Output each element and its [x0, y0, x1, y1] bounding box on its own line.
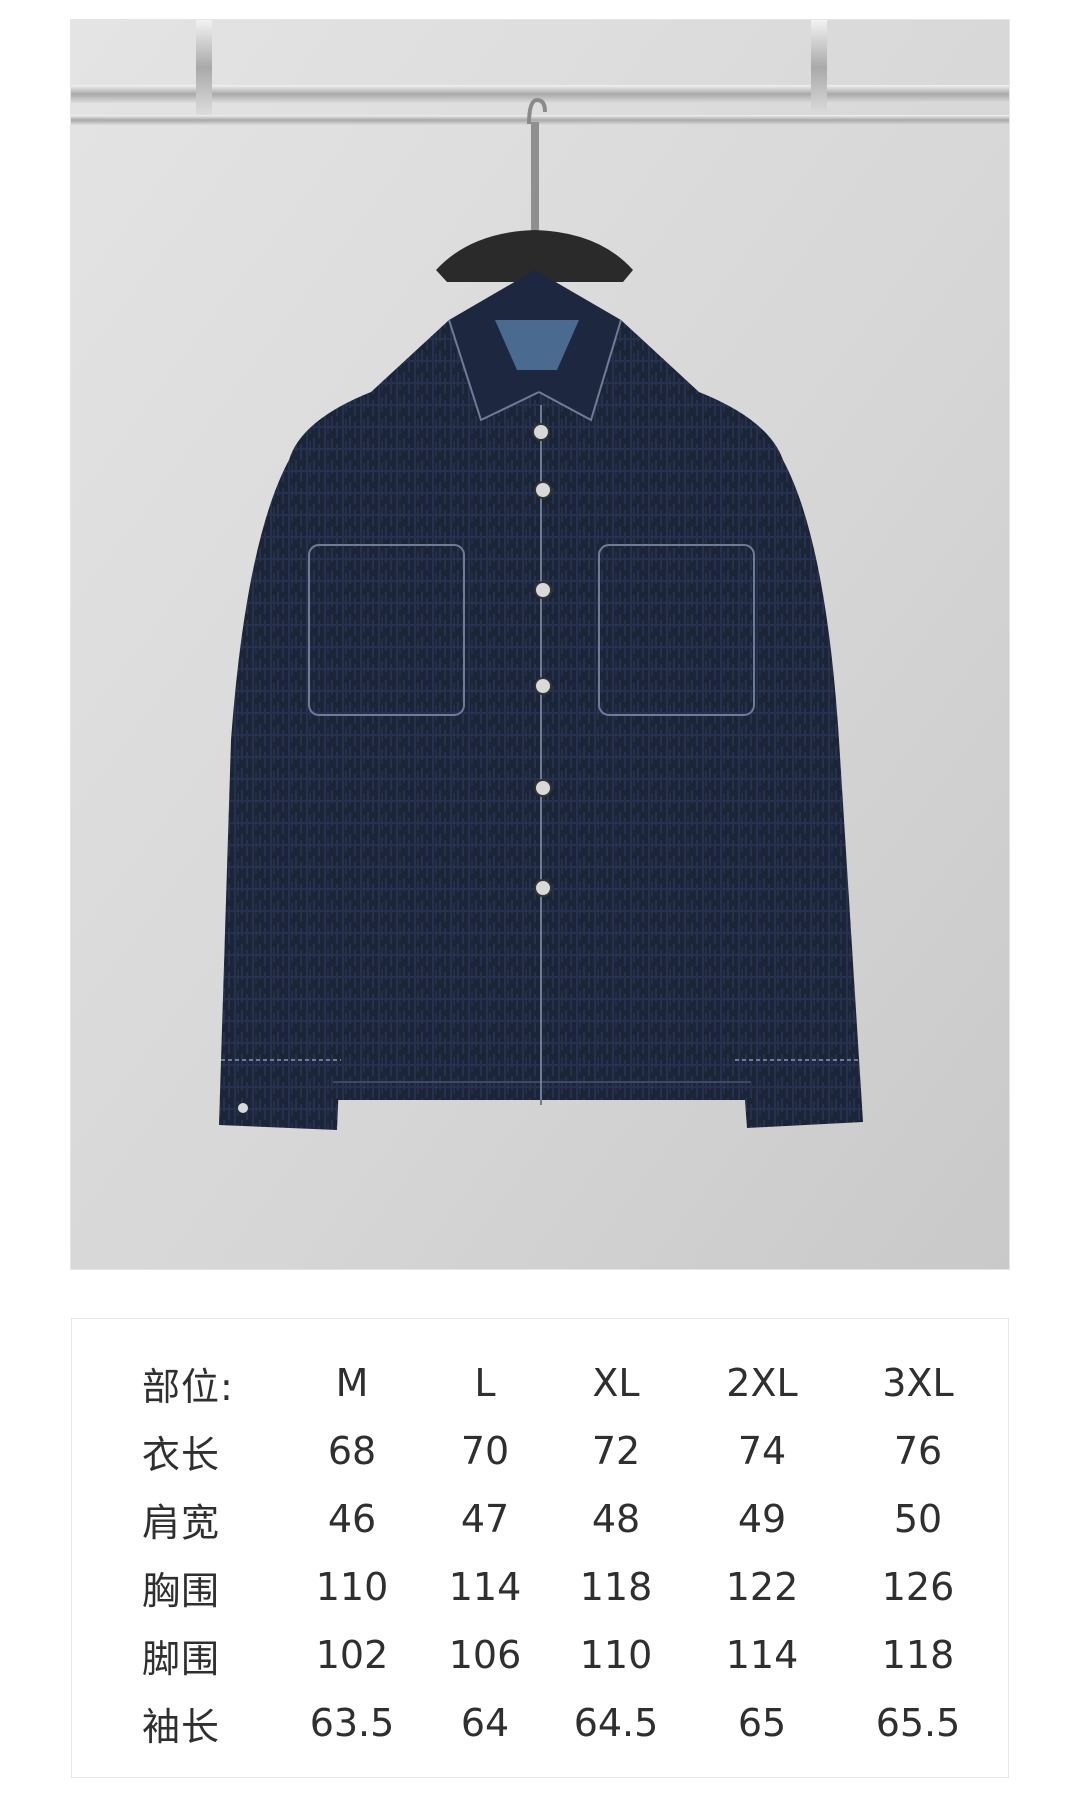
size-m: M: [335, 1361, 369, 1405]
size-value: 50: [893, 1497, 943, 1541]
size-2xl: 2XL: [726, 1361, 798, 1405]
size-value: 64.5: [573, 1701, 659, 1745]
size-3xl: 3XL: [882, 1361, 954, 1405]
row-label: 胸围: [142, 1568, 221, 1613]
size-header-row: 部位: M L XL 2XL 3XL: [142, 1349, 996, 1417]
size-value: 70: [460, 1429, 510, 1473]
size-value: 74: [737, 1429, 787, 1473]
size-value: 118: [579, 1565, 653, 1609]
size-value: 118: [881, 1633, 955, 1677]
size-row-length: 衣长 68 70 72 74 76: [142, 1417, 996, 1485]
size-row-hem: 脚围 102 106 110 114 118: [142, 1621, 996, 1689]
size-table: 部位: M L XL 2XL 3XL 衣长 68 70 72 74 76 肩宽 …: [142, 1349, 996, 1757]
row-label: 脚围: [142, 1636, 221, 1681]
size-l: L: [474, 1361, 496, 1405]
size-row-shoulder: 肩宽 46 47 48 49 50: [142, 1485, 996, 1553]
size-value: 126: [881, 1565, 955, 1609]
jacket-illustration: [71, 20, 1009, 1269]
size-value: 122: [725, 1565, 799, 1609]
row-label: 肩宽: [142, 1500, 221, 1545]
size-value: 76: [893, 1429, 943, 1473]
size-row-chest: 胸围 110 114 118 122 126: [142, 1553, 996, 1621]
product-photo: [71, 20, 1009, 1269]
size-value: 102: [315, 1633, 389, 1677]
size-value: 110: [315, 1565, 389, 1609]
size-value: 110: [579, 1633, 653, 1677]
size-value: 47: [460, 1497, 510, 1541]
size-value: 64: [460, 1701, 510, 1745]
size-value: 49: [737, 1497, 787, 1541]
row-label: 袖长: [142, 1704, 221, 1749]
size-value: 114: [725, 1633, 799, 1677]
size-chart: 部位: M L XL 2XL 3XL 衣长 68 70 72 74 76 肩宽 …: [71, 1318, 1009, 1778]
size-value: 63.5: [309, 1701, 395, 1745]
size-value: 72: [591, 1429, 641, 1473]
size-row-sleeve: 袖长 63.5 64 64.5 65 65.5: [142, 1689, 996, 1757]
size-value: 68: [327, 1429, 377, 1473]
size-value: 114: [448, 1565, 522, 1609]
header-label: 部位:: [142, 1364, 234, 1409]
size-value: 65: [737, 1701, 787, 1745]
size-value: 106: [448, 1633, 522, 1677]
size-value: 46: [327, 1497, 377, 1541]
size-value: 48: [591, 1497, 641, 1541]
size-xl: XL: [592, 1361, 640, 1405]
size-value: 65.5: [875, 1701, 961, 1745]
row-label: 衣长: [142, 1432, 221, 1477]
